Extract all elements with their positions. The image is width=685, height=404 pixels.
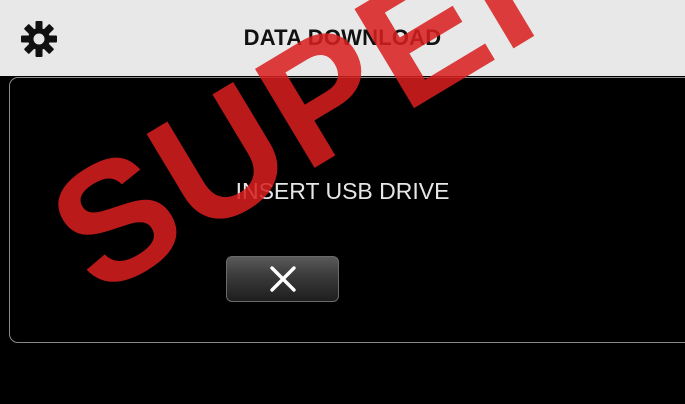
cancel-button[interactable] [226, 256, 339, 302]
device-screen: DATA DOWNLOAD INSERT USB DRIVE SUPEI [0, 0, 685, 404]
close-icon [269, 266, 296, 292]
title-bar: DATA DOWNLOAD [0, 0, 685, 76]
usb-prompt-dialog [9, 77, 685, 343]
gear-icon [21, 21, 57, 57]
settings-button[interactable] [14, 14, 64, 64]
page-title: DATA DOWNLOAD [243, 25, 442, 50]
insert-usb-message: INSERT USB DRIVE [235, 178, 450, 204]
